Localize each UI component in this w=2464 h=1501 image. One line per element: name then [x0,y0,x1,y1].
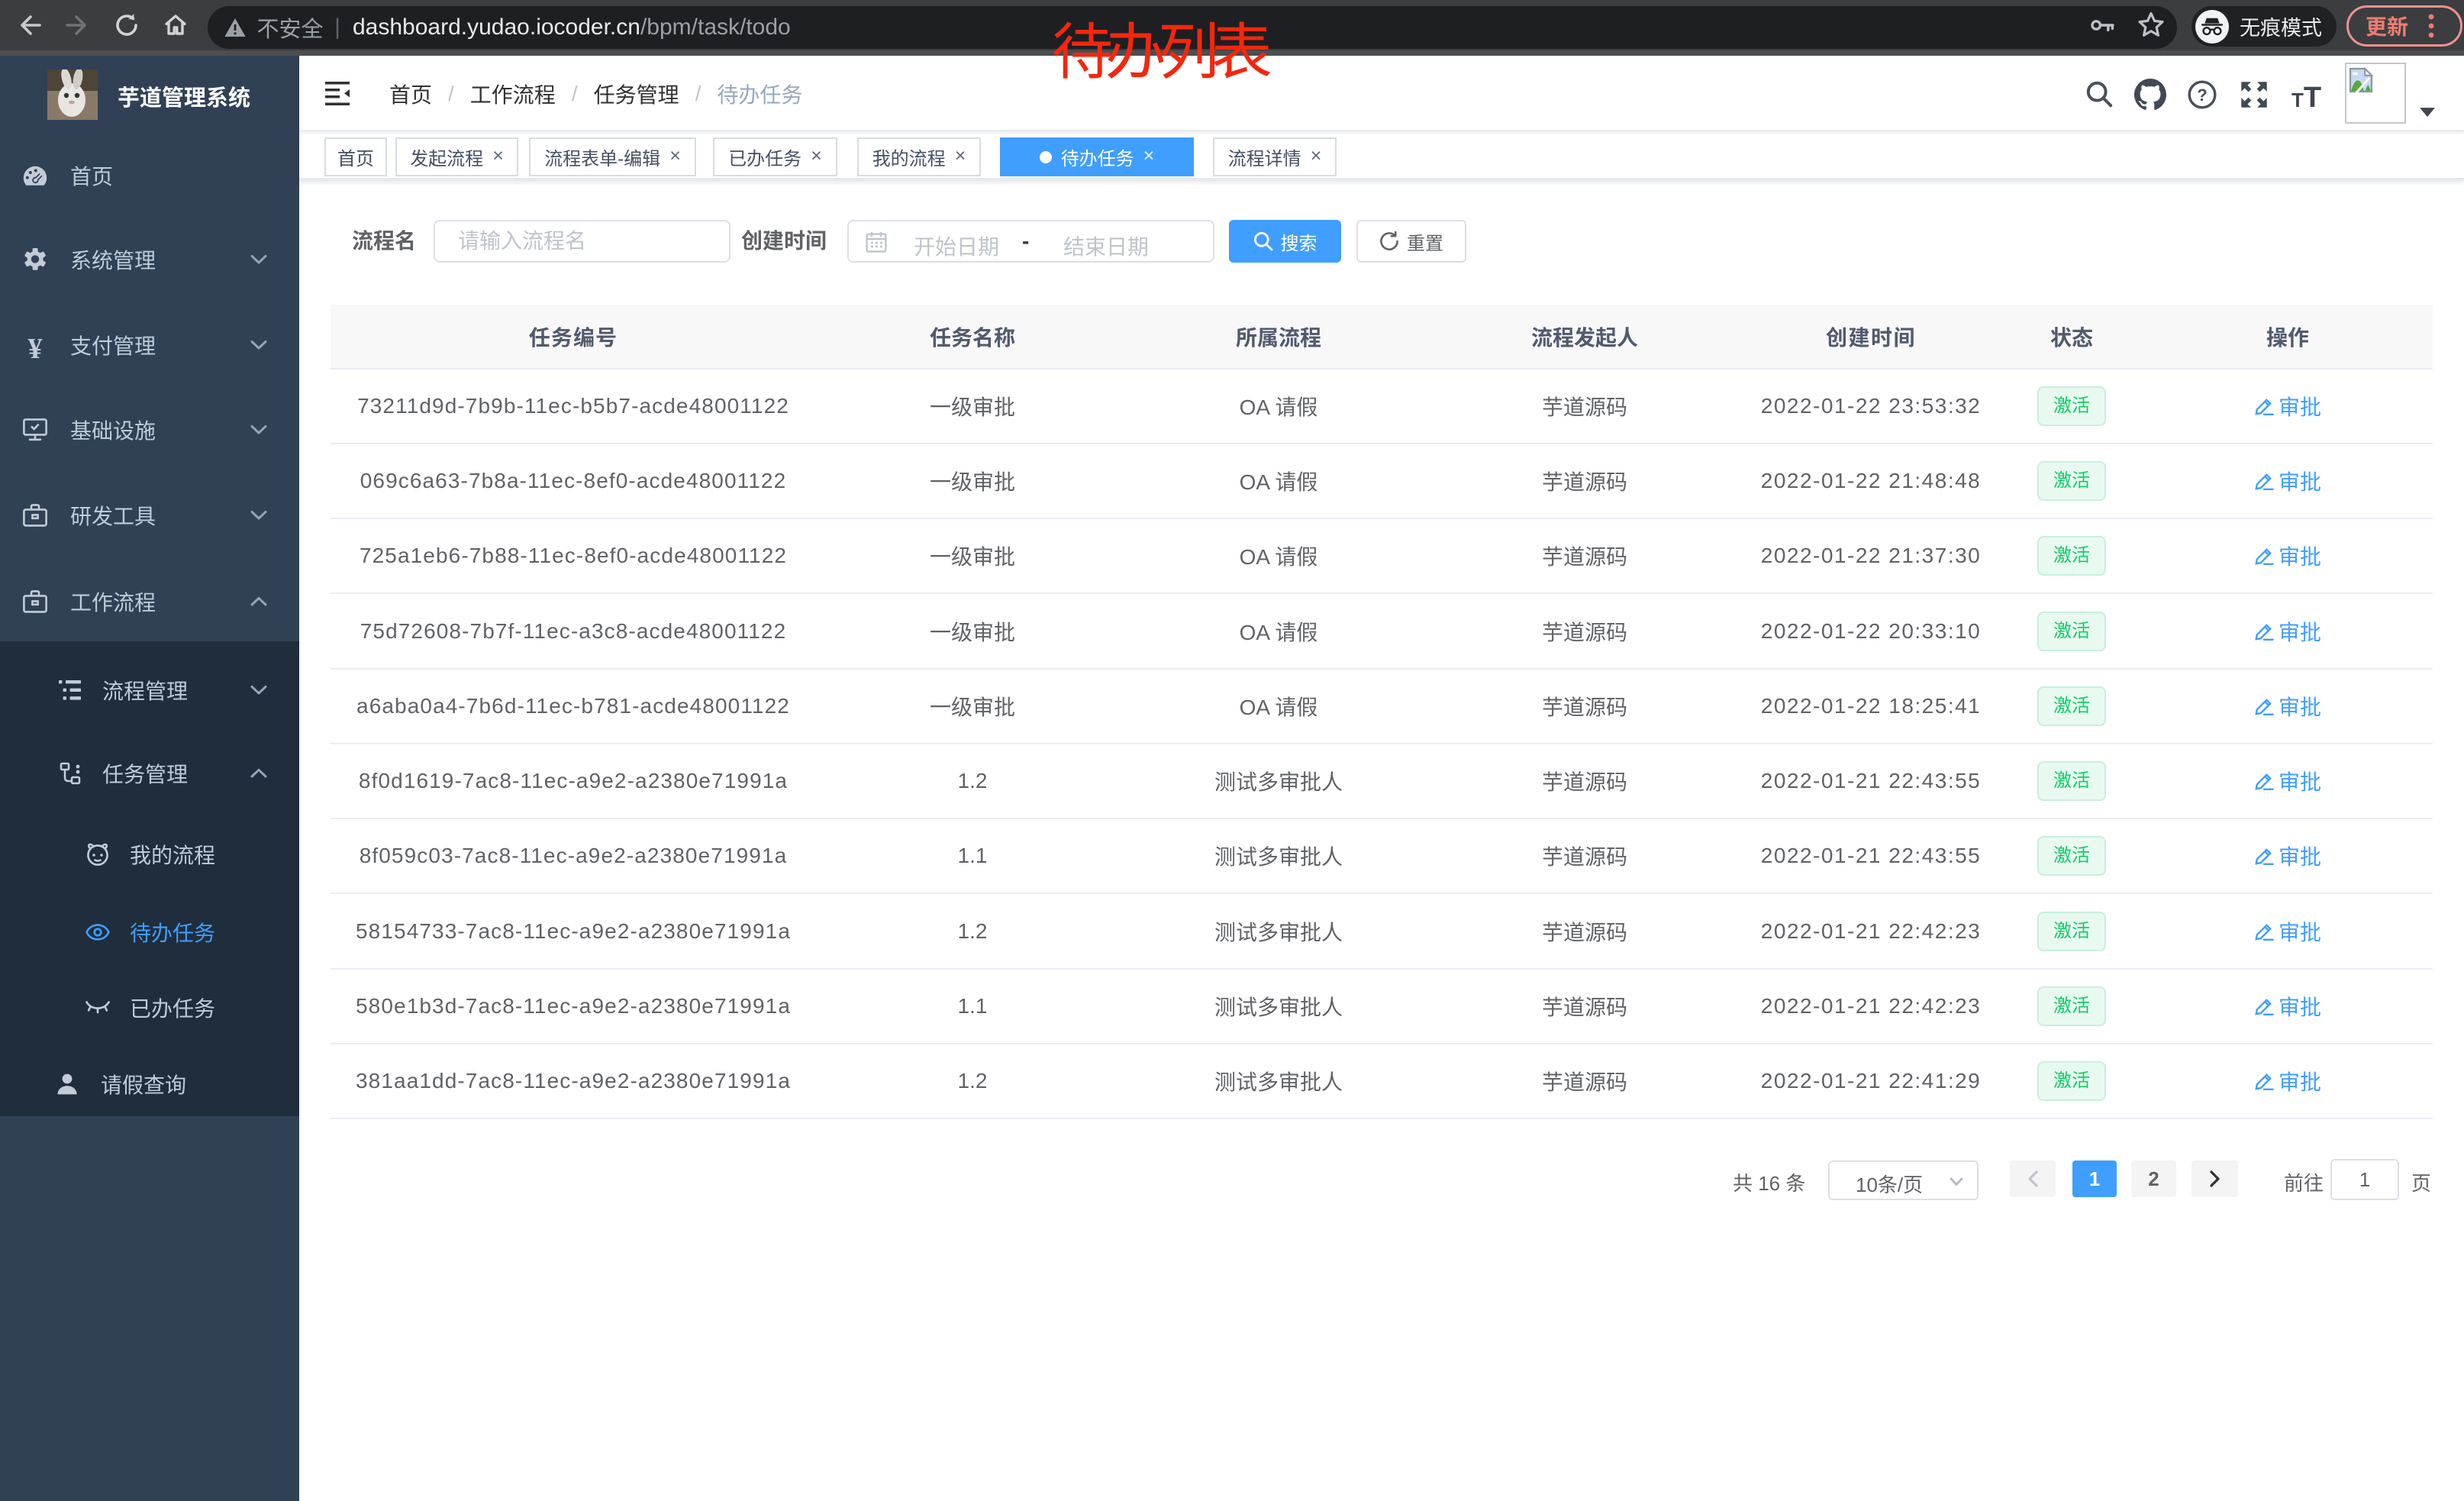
svg-text:?: ? [2197,86,2207,105]
